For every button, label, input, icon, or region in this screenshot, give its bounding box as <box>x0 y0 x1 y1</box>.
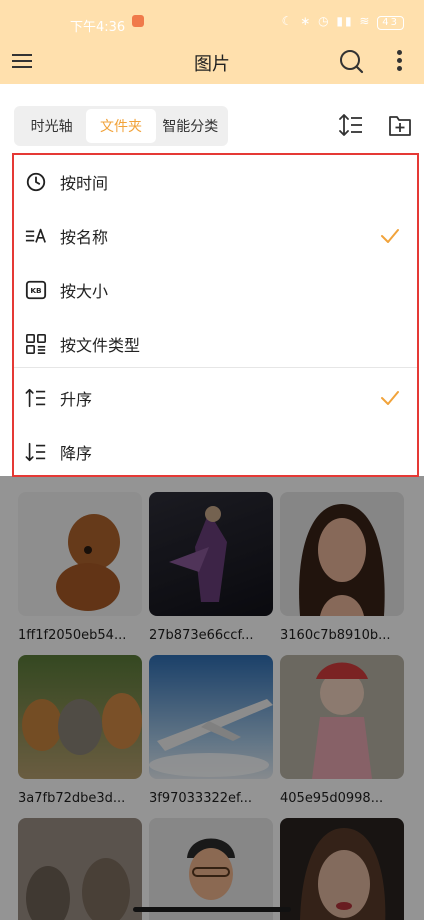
order-option-descending[interactable]: 降序 <box>20 425 410 479</box>
sort-option-label: 按文件类型 <box>60 336 141 355</box>
battery-icon: 43 <box>377 16 404 30</box>
image-thumbnail[interactable] <box>18 492 142 616</box>
image-caption: 3160c7b8910b... <box>280 628 391 643</box>
tab-folders[interactable]: 文件夹 <box>86 109 156 143</box>
tab-smart-categories[interactable]: 智能分类 <box>156 109 225 143</box>
menu-divider <box>14 367 417 368</box>
image-thumbnail[interactable] <box>280 492 404 616</box>
home-indicator[interactable] <box>133 907 291 912</box>
order-option-label: 降序 <box>60 444 93 463</box>
image-thumbnail[interactable] <box>149 492 273 616</box>
status-time: 下午4:36 <box>70 20 126 35</box>
checkmark-icon <box>381 229 399 243</box>
more-options-icon[interactable] <box>392 48 406 74</box>
svg-text:KB: KB <box>30 286 42 295</box>
sort-option-time[interactable]: 按时间 <box>20 155 410 209</box>
status-icons-text: ☾ ∗ ◷ ▮▮ ≋ <box>281 14 372 28</box>
clock-icon <box>24 170 48 194</box>
top-bar: 下午4:36 ☾ ∗ ◷ ▮▮ ≋ 43 图片 <box>0 0 424 84</box>
image-thumbnail[interactable] <box>280 655 404 779</box>
descending-icon <box>24 440 48 464</box>
order-option-label: 升序 <box>60 390 93 409</box>
image-thumbnail[interactable] <box>18 818 142 920</box>
sort-option-name[interactable]: 按名称 <box>20 209 410 263</box>
sort-option-label: 按时间 <box>60 174 109 193</box>
sort-option-size[interactable]: KB 按大小 <box>20 263 410 317</box>
view-tabs: 时光轴 文件夹 智能分类 <box>14 106 228 146</box>
new-folder-icon[interactable] <box>388 112 412 138</box>
image-thumbnail[interactable] <box>149 655 273 779</box>
app-header: 图片 <box>0 40 424 84</box>
image-caption: 3a7fb72dbe3d... <box>18 791 126 806</box>
image-caption: 1ff1f2050eb54... <box>18 628 127 643</box>
notification-icon <box>132 15 144 27</box>
tab-timeline[interactable]: 时光轴 <box>17 109 86 143</box>
sort-option-label: 按大小 <box>60 282 109 301</box>
image-caption: 27b873e66ccf... <box>149 628 254 643</box>
image-thumbnail[interactable] <box>149 818 273 920</box>
image-caption: 405e95d0998... <box>280 791 384 806</box>
search-icon[interactable] <box>338 48 364 74</box>
status-icons: ☾ ∗ ◷ ▮▮ ≋ 43 <box>282 14 404 30</box>
order-option-ascending[interactable]: 升序 <box>20 371 410 425</box>
file-type-grid-icon <box>24 332 48 356</box>
sort-name-icon <box>24 224 48 248</box>
ascending-icon <box>24 386 48 410</box>
image-caption: 3f97033322ef... <box>149 791 253 806</box>
image-thumbnail[interactable] <box>280 818 404 920</box>
sort-option-label: 按名称 <box>60 228 109 247</box>
sort-dropdown: 按时间 按名称 KB 按大小 按文件类型 升序 降序 <box>12 153 419 477</box>
image-thumbnail[interactable] <box>18 655 142 779</box>
sort-icon[interactable] <box>338 112 364 138</box>
kb-icon: KB <box>24 278 48 302</box>
sort-option-file-type[interactable]: 按文件类型 <box>20 317 410 371</box>
image-grid: 1ff1f2050eb54... 27b873e66ccf... 3160c7b… <box>0 476 424 920</box>
checkmark-icon <box>381 391 399 405</box>
